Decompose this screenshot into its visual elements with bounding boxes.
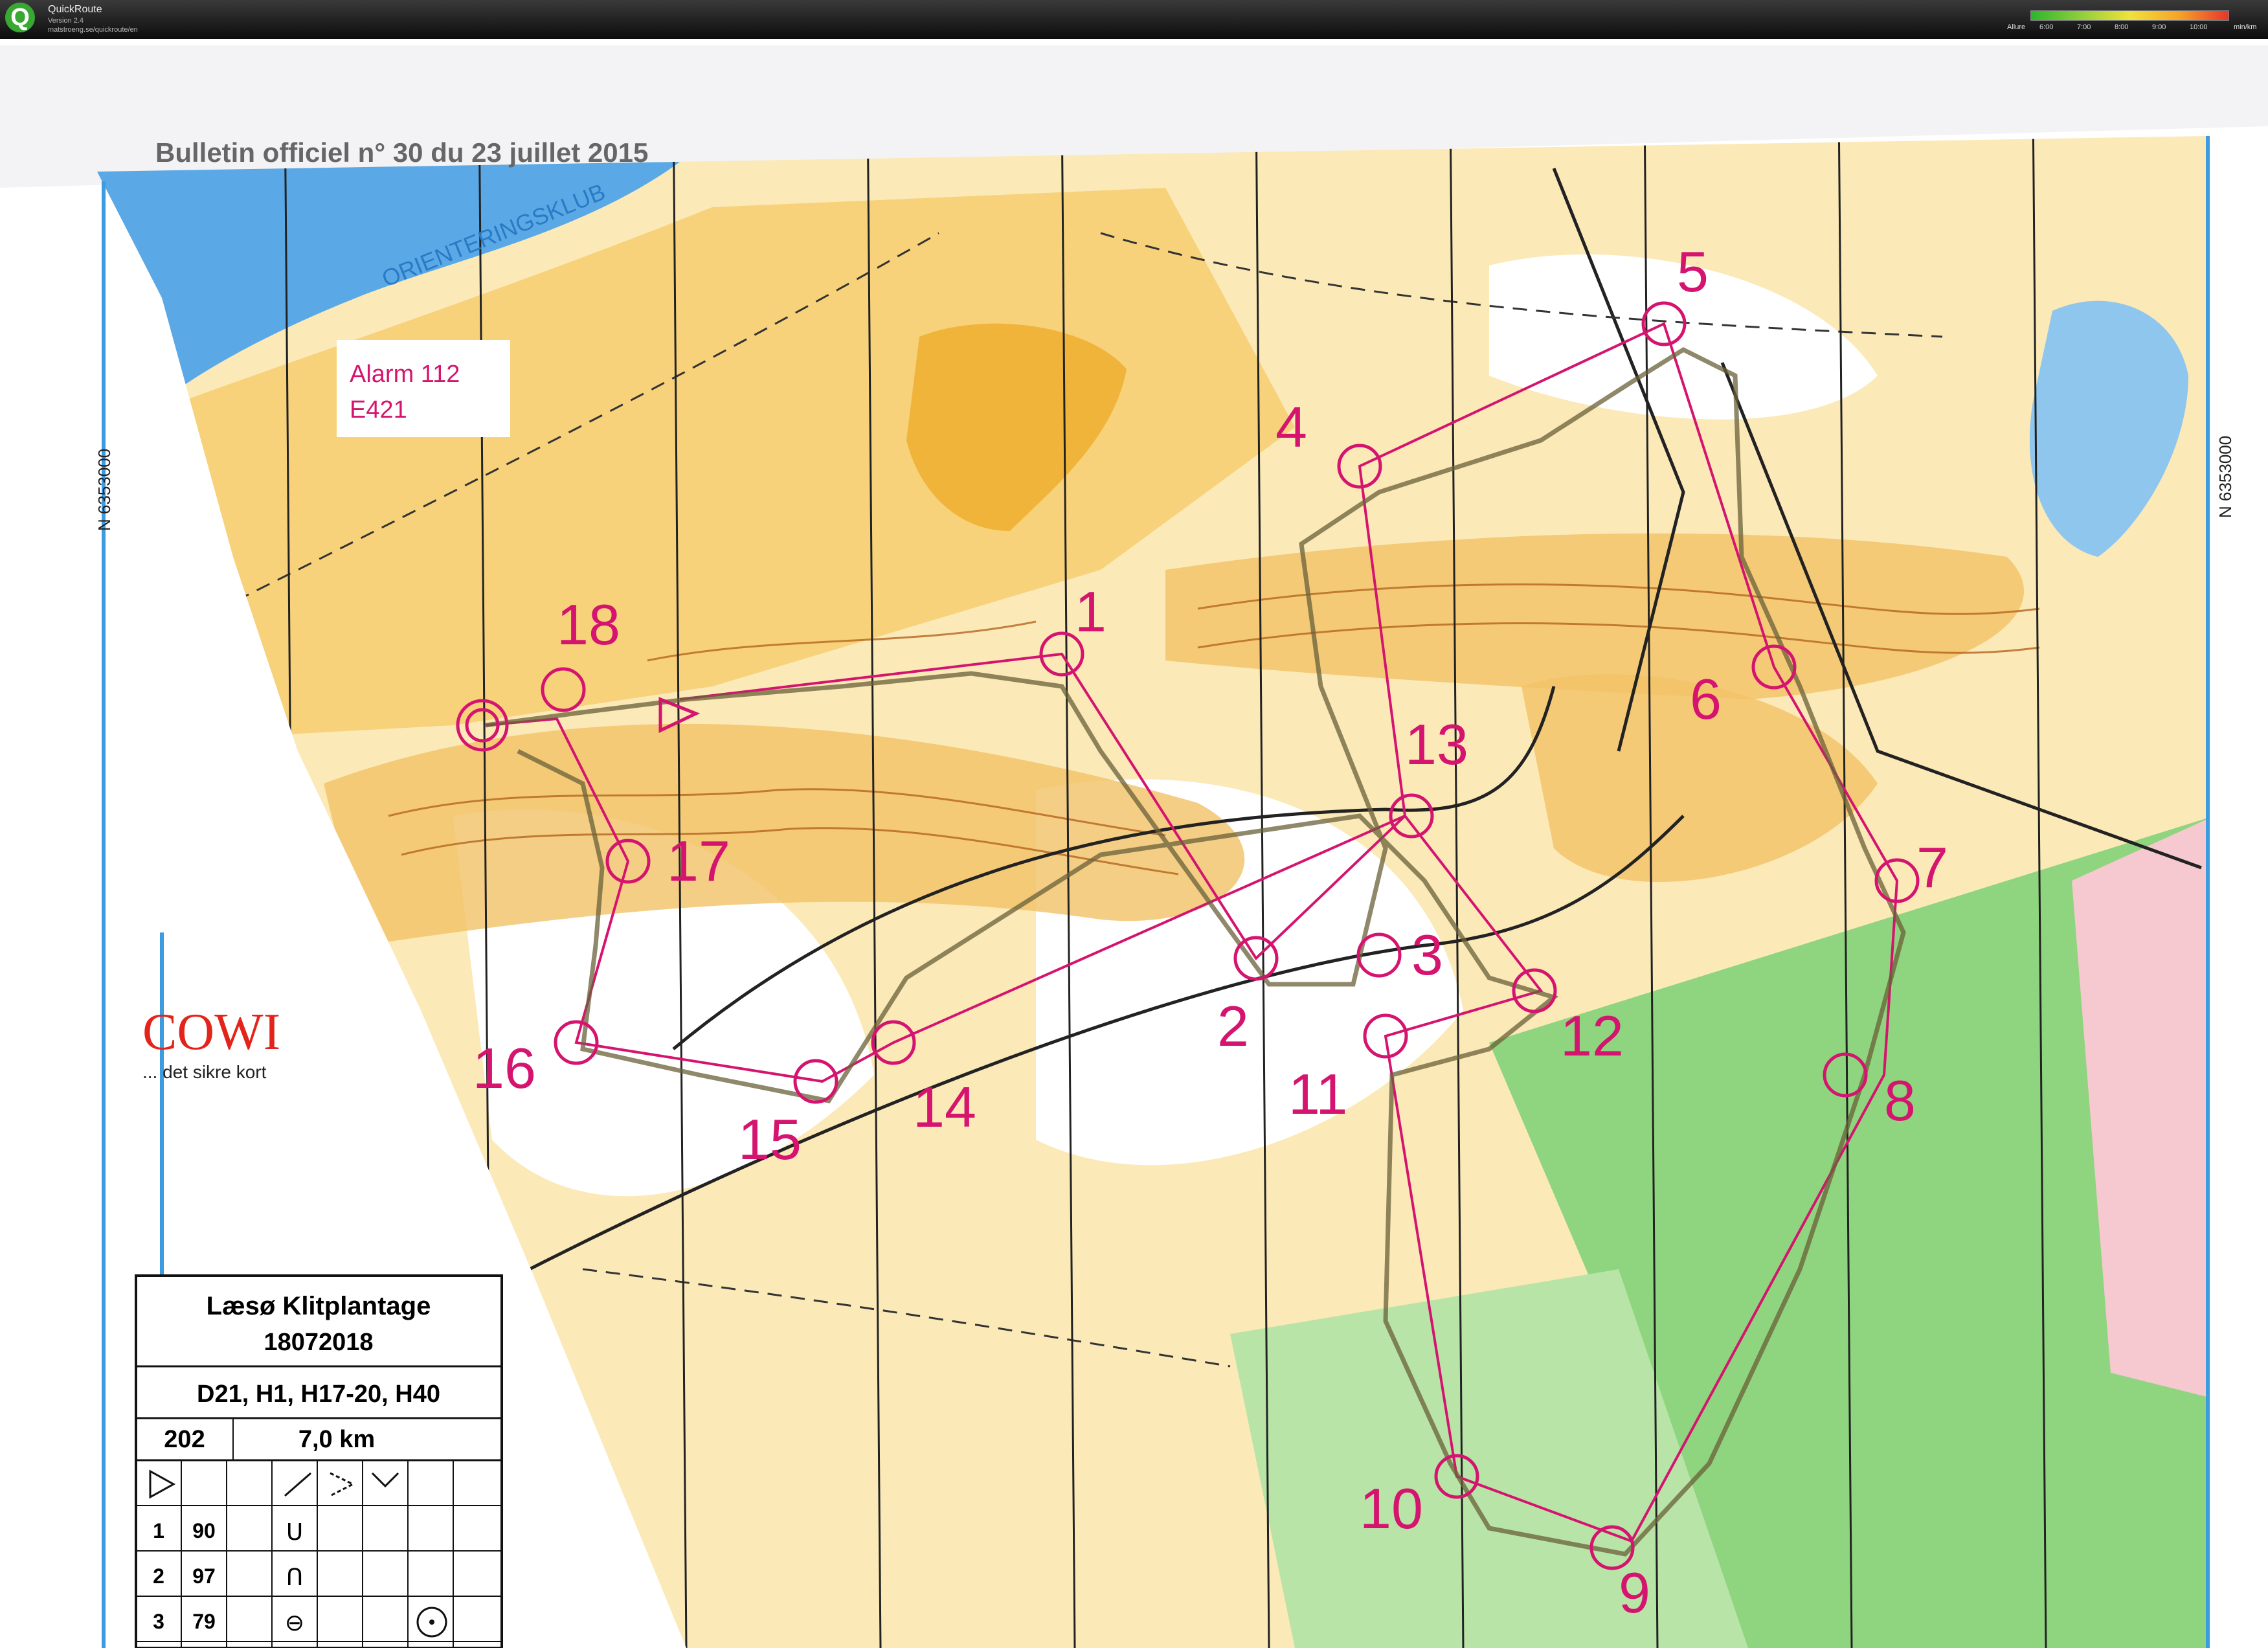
app-name: QuickRoute	[48, 4, 102, 15]
control-number-18: 18	[557, 593, 620, 657]
legend-course-code: 202	[164, 1426, 205, 1453]
pace-tick: 6:00	[2039, 23, 2054, 31]
legend-row-3-num: 3	[153, 1610, 164, 1633]
control-number-9: 9	[1619, 1561, 1650, 1625]
pace-legend: Allure 6:00 7:00 8:00 9:00 10:00 min/km	[2007, 9, 2263, 35]
bulletin-header: Bulletin officiel n° 30 du 23 juillet 20…	[155, 137, 648, 168]
orienteering-map[interactable]: Bulletin officiel n° 30 du 23 juillet 20…	[0, 39, 2268, 1648]
control-number-8: 8	[1884, 1068, 1916, 1133]
grid-label-left: N 6353000	[95, 449, 114, 531]
control-number-17: 17	[667, 829, 730, 893]
pace-tick: 10:00	[2190, 23, 2208, 31]
legend-row-3-code: 79	[192, 1610, 216, 1633]
quickroute-logo-icon: Q	[5, 3, 35, 32]
legend-row-2-num: 2	[153, 1564, 164, 1588]
legend-distance: 7,0 km	[298, 1426, 375, 1453]
control-number-14: 14	[913, 1075, 976, 1139]
control-number-6: 6	[1690, 667, 1722, 731]
pace-color-bar	[2030, 10, 2229, 21]
control-number-11: 11	[1288, 1062, 1347, 1126]
control-number-5: 5	[1677, 240, 1709, 304]
legend-dot-icon	[429, 1620, 434, 1625]
control-number-16: 16	[473, 1036, 536, 1100]
app-url: matstroeng.se/quickroute/en	[48, 26, 138, 34]
alarm-line-1: Alarm 112	[350, 361, 460, 388]
pace-tick: 8:00	[2115, 23, 2129, 31]
legend-row-1-symbol: ᑌ	[286, 1518, 303, 1545]
pace-legend-label: Allure	[2007, 23, 2026, 31]
pace-tick: 9:00	[2152, 23, 2166, 31]
legend-row-1-code: 90	[192, 1519, 216, 1542]
pace-tick: 7:00	[2077, 23, 2091, 31]
control-number-15: 15	[738, 1107, 802, 1171]
control-number-10: 10	[1360, 1476, 1423, 1541]
control-number-4: 4	[1275, 395, 1307, 459]
legend-row-2-code: 97	[192, 1564, 216, 1588]
control-number-7: 7	[1916, 835, 1948, 899]
app-version: Version 2.4	[48, 17, 84, 25]
sponsor-logo: COWI	[142, 1004, 280, 1061]
pace-unit: min/km	[2234, 23, 2257, 31]
control-number-3: 3	[1411, 923, 1443, 987]
control-number-2: 2	[1217, 994, 1249, 1058]
title-bar: Q QuickRoute Version 2.4 matstroeng.se/q…	[0, 0, 2268, 39]
legend-classes: D21, H1, H17-20, H40	[197, 1381, 440, 1408]
alarm-line-2: E421	[350, 396, 407, 423]
legend-row-3-symbol: ⊖	[285, 1609, 304, 1636]
control-number-13: 13	[1405, 712, 1468, 776]
grid-label-right: N 6353000	[2216, 436, 2235, 518]
legend-row-2-symbol: Ո	[286, 1564, 303, 1590]
legend-event-date: 18072018	[264, 1329, 373, 1356]
course-legend-box: Læsø Klitplantage 18072018 D21, H1, H17-…	[135, 1274, 503, 1648]
legend-row-1-num: 1	[153, 1519, 164, 1542]
control-number-1: 1	[1075, 580, 1106, 644]
control-number-12: 12	[1560, 1004, 1624, 1068]
legend-event-title: Læsø Klitplantage	[207, 1292, 431, 1320]
sponsor-tagline: ... det sikre kort	[142, 1062, 267, 1082]
